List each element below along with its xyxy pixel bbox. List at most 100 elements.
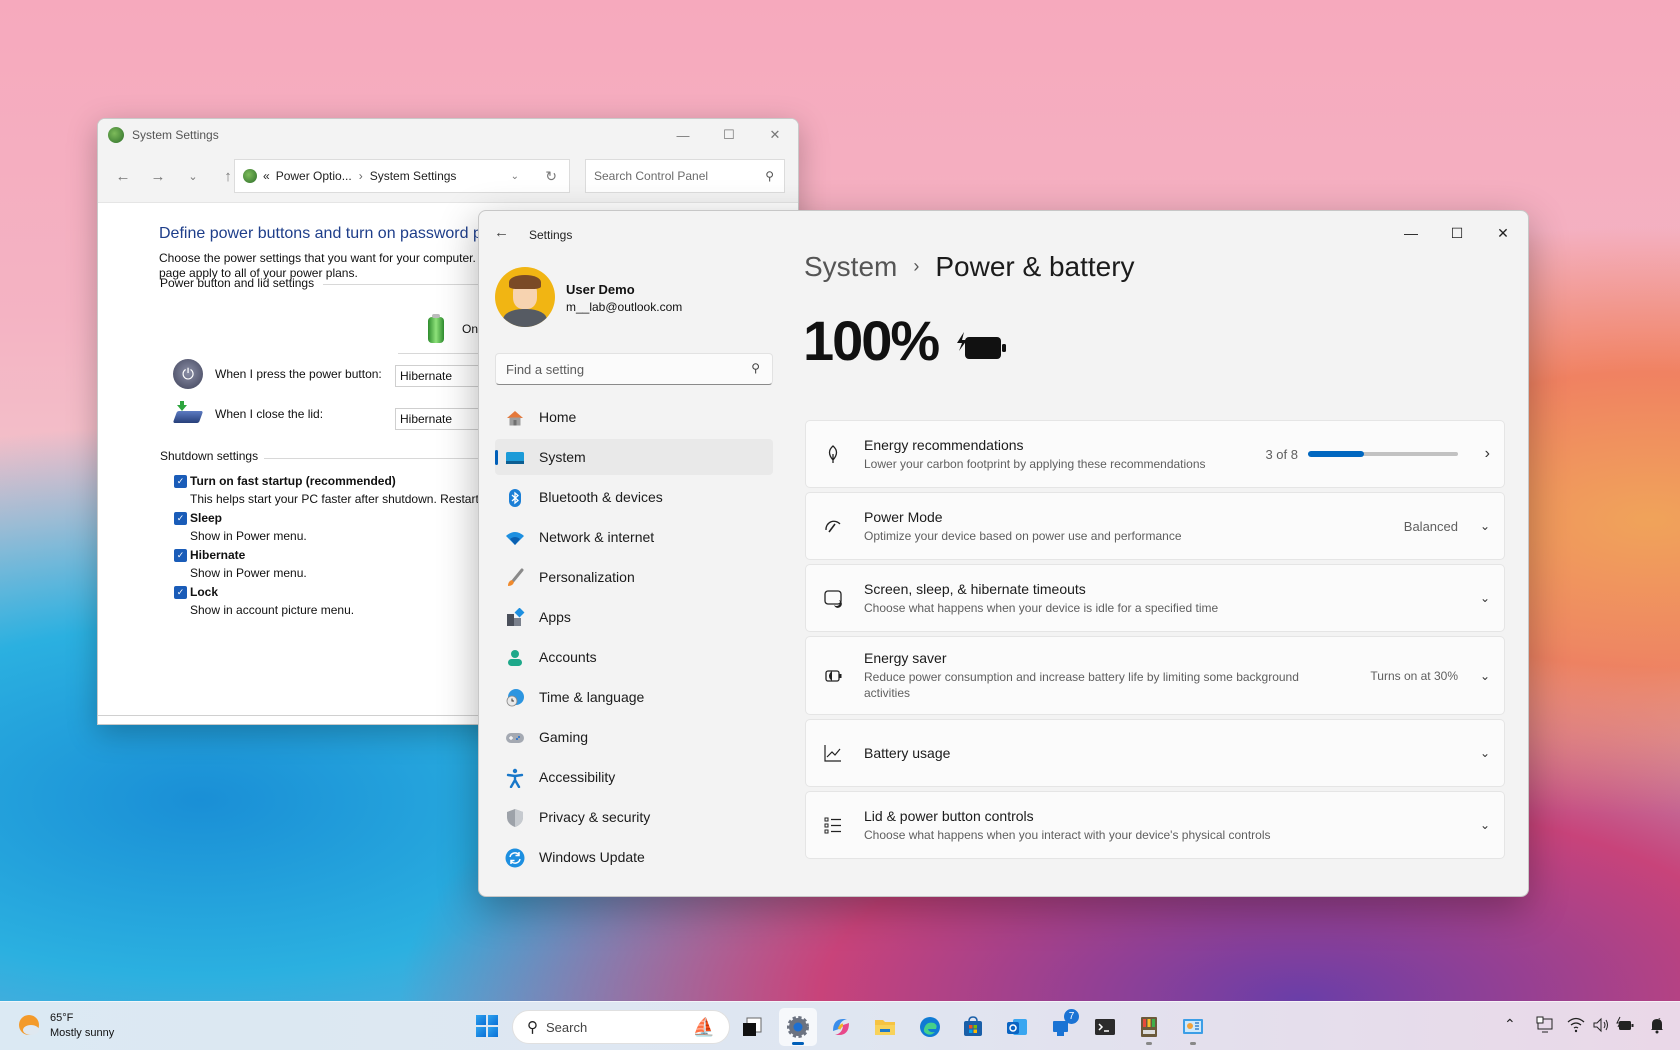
search-icon[interactable]: ⚲ [765,169,774,183]
card-title: Screen, sleep, & hibernate timeouts [864,580,1086,597]
laptop-lid-icon [173,401,203,427]
checkbox-checked-icon[interactable]: ✓ [174,512,187,525]
taskbar: 65°F Mostly sunny ⚲ Search ⛵ 7 ⌃ z [0,1001,1680,1050]
nav-item-bluetooth[interactable]: Bluetooth & devices [495,479,773,515]
avatar[interactable] [495,267,555,327]
nav-item-system[interactable]: System [495,439,773,475]
recent-locations-button[interactable]: ⌄ [180,170,206,183]
chevron-right-icon[interactable]: › [1485,445,1490,463]
nav-item-personalization[interactable]: Personalization [495,559,773,595]
nav-item-privacy[interactable]: Privacy & security [495,799,773,835]
taskbar-settings[interactable] [779,1008,817,1046]
nav-label: Network & internet [539,529,655,545]
leaf-icon [822,443,844,465]
search-icon: ⚲ [527,1019,538,1036]
weather-icon[interactable] [16,1012,44,1040]
nav-item-time-language[interactable]: Time & language [495,679,773,715]
volume-icon[interactable] [1592,1016,1610,1034]
power-options-app-icon [108,127,124,143]
checkbox-checked-icon[interactable]: ✓ [174,549,187,562]
refresh-icon[interactable]: ↻ [545,168,557,185]
nav-item-windows-update[interactable]: Windows Update [495,839,773,875]
power-button-select[interactable]: Hibernate [395,365,485,387]
chevron-down-icon[interactable]: ⌄ [1480,669,1490,683]
sleep-checkbox[interactable]: ✓ Sleep [174,511,222,525]
address-bar[interactable]: « Power Optio... › System Settings ⌄ ↻ [234,159,570,193]
taskbar-power-settings[interactable] [1130,1008,1168,1046]
find-setting-placeholder: Find a setting [506,362,585,377]
weather-condition: Mostly sunny [50,1027,115,1039]
taskbar-control-panel[interactable] [1174,1008,1212,1046]
notification-bell-dnd-icon[interactable]: z [1648,1016,1666,1034]
taskbar-terminal[interactable] [1086,1008,1124,1046]
chevron-down-icon[interactable]: ⌄ [1480,591,1490,605]
card-power-mode[interactable]: Power Mode Optimize your device based on… [805,492,1505,560]
nav-item-home[interactable]: Home [495,399,773,435]
nav-item-gaming[interactable]: Gaming [495,719,773,755]
fast-startup-checkbox[interactable]: ✓ Turn on fast startup (recommended) [174,474,396,488]
back-arrow-icon[interactable]: ← [494,224,509,241]
address-overflow[interactable]: « [263,169,270,183]
minimize-button[interactable]: — [1388,219,1434,247]
breadcrumb-system[interactable]: System [804,251,897,282]
breadcrumb: System › Power & battery [804,251,1135,283]
start-button[interactable] [476,1015,498,1037]
chevron-down-icon[interactable]: ⌄ [1480,519,1490,533]
chevron-down-icon[interactable]: ⌄ [511,171,519,182]
network-vpn-icon[interactable] [1536,1016,1554,1034]
taskbar-outlook[interactable] [998,1008,1036,1046]
close-button[interactable]: ✕ [1480,219,1526,247]
taskbar-edge[interactable] [911,1008,949,1046]
card-energy-saver[interactable]: Energy saver Reduce power consumption an… [805,636,1505,715]
taskbar-file-explorer[interactable] [866,1008,904,1046]
shield-icon [505,808,525,828]
settings-title: Settings [529,228,573,242]
nav-item-accounts[interactable]: Accounts [495,639,773,675]
back-button[interactable]: ← [110,168,136,185]
card-title: Energy recommendations [864,436,1024,453]
card-screen-sleep-timeouts[interactable]: Screen, sleep, & hibernate timeouts Choo… [805,564,1505,632]
close-button[interactable]: ✕ [752,119,798,151]
gauge-icon [822,515,844,537]
show-hidden-icons-button[interactable]: ⌃ [1504,1016,1516,1033]
taskbar-copilot[interactable] [822,1008,860,1046]
nav-label: Home [539,409,577,425]
taskbar-teams[interactable]: 7 [1042,1008,1080,1046]
sleep-label: Sleep [190,511,223,525]
battery-tray-icon[interactable] [1616,1016,1634,1034]
checkbox-checked-icon[interactable]: ✓ [174,586,187,599]
card-battery-usage[interactable]: Battery usage ⌄ [805,719,1505,787]
lock-checkbox[interactable]: ✓ Lock [174,585,218,599]
chevron-down-icon[interactable]: ⌄ [1480,818,1490,832]
cp-search-placeholder: Search Control Panel [594,169,709,183]
taskbar-store[interactable] [954,1008,992,1046]
nav-item-accessibility[interactable]: Accessibility [495,759,773,795]
wifi-icon[interactable] [1567,1016,1585,1034]
nav-item-network[interactable]: Network & internet [495,519,773,555]
power-mode-value[interactable]: Balanced [1404,519,1458,534]
taskbar-task-view[interactable] [733,1008,771,1046]
breadcrumb-power-options[interactable]: Power Optio... [276,169,352,183]
battery-percentage: 100% [803,309,940,372]
checkbox-checked-icon[interactable]: ✓ [174,475,187,488]
minimize-button[interactable]: — [660,119,706,151]
cp-search-input[interactable]: Search Control Panel ⚲ [585,159,785,193]
breadcrumb-system-settings[interactable]: System Settings [370,169,457,183]
card-lid-power-controls[interactable]: Lid & power button controls Choose what … [805,791,1505,859]
find-setting-input[interactable]: Find a setting ⚲ [495,353,773,385]
taskbar-search[interactable]: ⚲ Search ⛵ [512,1010,730,1044]
forward-button[interactable]: → [145,168,171,185]
nav-item-apps[interactable]: Apps [495,599,773,635]
hibernate-checkbox[interactable]: ✓ Hibernate [174,548,245,562]
search-icon[interactable]: ⚲ [751,361,760,375]
maximize-button[interactable]: ☐ [1434,219,1480,247]
maximize-button[interactable]: ☐ [706,119,752,151]
hibernate-label: Hibernate [190,548,246,562]
settings-window: ← Settings — ☐ ✕ User Demo m__lab@outloo… [478,210,1529,897]
power-button-row: ⏻ When I press the power button: [173,359,382,389]
card-energy-recommendations[interactable]: Energy recommendations Lower your carbon… [805,420,1505,488]
lid-select[interactable]: Hibernate [395,408,485,430]
card-desc: Lower your carbon footprint by applying … [864,456,1206,471]
weather-widget[interactable]: 65°F Mostly sunny [50,1011,114,1041]
chevron-down-icon[interactable]: ⌄ [1480,746,1490,760]
